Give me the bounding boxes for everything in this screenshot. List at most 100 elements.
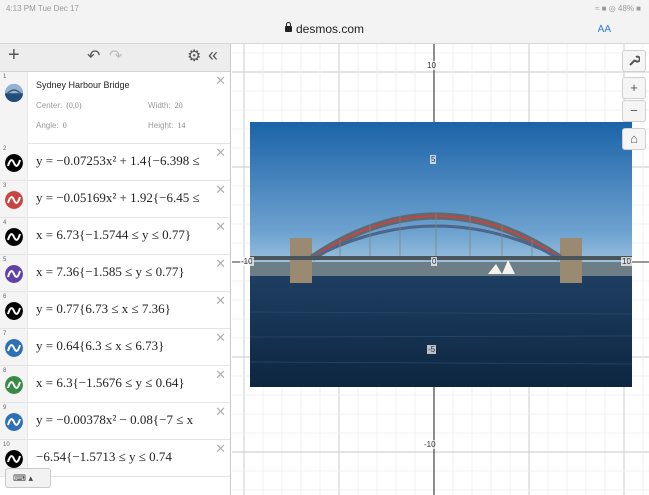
item-number: 9	[3, 405, 7, 411]
sydney-harbour-bridge-image[interactable]	[250, 122, 632, 387]
item-number: 1	[3, 74, 7, 80]
graph-color-toggle-icon[interactable]	[5, 450, 23, 468]
angle-property[interactable]: Angle: 0	[36, 121, 67, 130]
url-display[interactable]: desmos.com	[0, 22, 649, 36]
expression-toolbar: + ↶ ↷ ⚙ «	[0, 44, 230, 72]
delete-expression-button[interactable]: ✕	[215, 331, 226, 344]
delete-expression-button[interactable]: ✕	[215, 183, 226, 196]
item-number: 6	[3, 294, 7, 300]
x-tick-0: 0	[431, 257, 438, 266]
image-item[interactable]: 1 Sydney Harbour Bridge Center: (0,0) Wid…	[0, 72, 230, 144]
expression-row[interactable]: 7 y = 0.64{6.3 ≤ x ≤ 6.73} ✕	[0, 329, 230, 366]
width-label: Width:	[148, 101, 171, 110]
zoom-in-button[interactable]: +	[622, 77, 646, 99]
item-number: 2	[3, 146, 7, 152]
center-property[interactable]: Center: (0,0)	[36, 101, 82, 110]
expression-input[interactable]: y = 0.64{6.3 ≤ x ≤ 6.73}	[36, 338, 216, 354]
height-value[interactable]: 14	[177, 121, 185, 130]
graph-color-toggle-icon[interactable]	[5, 228, 23, 246]
item-number: 8	[3, 368, 7, 374]
expression-row[interactable]: 8 x = 6.3{−1.5676 ≤ y ≤ 0.64} ✕	[0, 366, 230, 403]
x-tick-neg10: -10	[240, 257, 254, 266]
center-label: Center:	[36, 101, 63, 110]
expression-input[interactable]: −6.54{−1.5713 ≤ y ≤ 0.74	[36, 449, 216, 465]
item-number-tab: 2	[0, 144, 28, 180]
graph-color-toggle-icon[interactable]	[5, 191, 23, 209]
item-number-tab: 9	[0, 403, 28, 439]
expression-row[interactable]: 6 y = 0.77{6.73 ≤ x ≤ 7.36} ✕	[0, 292, 230, 329]
expression-input[interactable]: x = 7.36{−1.585 ≤ y ≤ 0.77}	[36, 264, 216, 280]
item-number-tab: 6	[0, 292, 28, 328]
graph-color-toggle-icon[interactable]	[5, 154, 23, 172]
delete-expression-button[interactable]: ✕	[215, 442, 226, 455]
angle-label: Angle:	[36, 121, 59, 130]
expression-row[interactable]: 9 y = −0.00378x² − 0.08{−7 ≤ x ✕	[0, 403, 230, 440]
redo-button[interactable]: ↷	[109, 47, 122, 67]
item-number-tab: 5	[0, 255, 28, 291]
delete-expression-button[interactable]: ✕	[215, 146, 226, 159]
settings-gear-icon[interactable]: ⚙	[187, 47, 201, 67]
add-item-button[interactable]: +	[8, 45, 20, 65]
graph-settings-wrench-icon[interactable]	[622, 50, 646, 72]
expression-row[interactable]: 2 y = −0.07253x² + 1.4{−6.398 ≤ ✕	[0, 144, 230, 181]
expression-row[interactable]: 3 y = −0.05169x² + 1.92{−6.45 ≤ ✕	[0, 181, 230, 218]
lock-icon	[284, 22, 292, 32]
expression-input[interactable]: y = −0.00378x² − 0.08{−7 ≤ x	[36, 412, 216, 428]
graph-color-toggle-icon[interactable]	[5, 339, 23, 357]
graph-color-toggle-icon[interactable]	[5, 302, 23, 320]
url-text: desmos.com	[295, 22, 365, 36]
y-tick-neg10: -10	[423, 440, 437, 449]
item-number: 4	[3, 220, 7, 226]
delete-expression-button[interactable]: ✕	[215, 220, 226, 233]
item-number: 7	[3, 331, 7, 337]
item-number-tab: 4	[0, 218, 28, 254]
expression-row[interactable]: 4 x = 6.73{−1.5744 ≤ y ≤ 0.77} ✕	[0, 218, 230, 255]
expression-input[interactable]: y = −0.07253x² + 1.4{−6.398 ≤	[36, 153, 216, 169]
expression-input[interactable]: x = 6.3{−1.5676 ≤ y ≤ 0.64}	[36, 375, 216, 391]
delete-item-button[interactable]: ✕	[215, 74, 226, 87]
zoom-out-button[interactable]: −	[622, 100, 646, 122]
address-bar[interactable]: desmos.com AA	[0, 16, 649, 44]
expression-list: 2y = −0.07253x² + 1.4{−6.398 ≤ ✕ 3 y = −0.0…	[0, 144, 230, 477]
y-tick-10: 10	[426, 61, 437, 70]
status-time: 4:13 PM Tue Dec 17	[6, 4, 79, 13]
item-number: 10	[3, 442, 10, 448]
reader-view-button[interactable]: AA	[598, 24, 611, 35]
item-number-tab: 7	[0, 329, 28, 365]
item-number-tab: 3	[0, 181, 28, 217]
delete-expression-button[interactable]: ✕	[215, 405, 226, 418]
graph-paper[interactable]: -10 0 10 10 5 -5 -10 + − ⌂	[232, 44, 649, 495]
status-bar: 4:13 PM Tue Dec 17 ≈ ■ ◎ 48% ■	[0, 0, 649, 16]
undo-button[interactable]: ↶	[87, 47, 100, 67]
center-value[interactable]: (0,0)	[66, 101, 81, 110]
expression-input[interactable]: y = 0.77{6.73 ≤ x ≤ 7.36}	[36, 301, 216, 317]
keyboard-icon: ⌨ ▴	[13, 473, 34, 483]
y-tick-neg5: -5	[427, 345, 437, 354]
item-number-tab: 8	[0, 366, 28, 402]
delete-expression-button[interactable]: ✕	[215, 294, 226, 307]
height-property[interactable]: Height: 14	[148, 121, 185, 130]
angle-value[interactable]: 0	[63, 121, 67, 130]
graph-color-toggle-icon[interactable]	[5, 265, 23, 283]
expression-input[interactable]: y = −0.05169x² + 1.92{−6.45 ≤	[36, 190, 216, 206]
expression-input[interactable]: x = 6.73{−1.5744 ≤ y ≤ 0.77}	[36, 227, 216, 243]
expression-panel: + ↶ ↷ ⚙ « 1 Sydney Harbour Bridge Center…	[0, 44, 231, 495]
keyboard-toggle-button[interactable]: ⌨ ▴	[5, 468, 51, 488]
status-indicators: ≈ ■ ◎ 48% ■	[595, 4, 641, 13]
height-label: Height:	[148, 121, 174, 130]
width-value[interactable]: 20	[175, 101, 183, 110]
delete-expression-button[interactable]: ✕	[215, 257, 226, 270]
width-property[interactable]: Width: 20	[148, 101, 183, 110]
item-number-tab: 1	[0, 72, 28, 144]
expression-row[interactable]: 5 x = 7.36{−1.585 ≤ y ≤ 0.77} ✕	[0, 255, 230, 292]
image-thumbnail-icon	[5, 84, 23, 102]
image-title[interactable]: Sydney Harbour Bridge	[36, 80, 130, 90]
x-tick-10: 10	[621, 257, 632, 266]
collapse-panel-button[interactable]: «	[208, 45, 218, 65]
y-tick-5: 5	[430, 155, 437, 164]
item-number: 3	[3, 183, 7, 189]
delete-expression-button[interactable]: ✕	[215, 368, 226, 381]
home-icon[interactable]: ⌂	[622, 128, 646, 150]
graph-color-toggle-icon[interactable]	[5, 376, 23, 394]
graph-color-toggle-icon[interactable]	[5, 413, 23, 431]
